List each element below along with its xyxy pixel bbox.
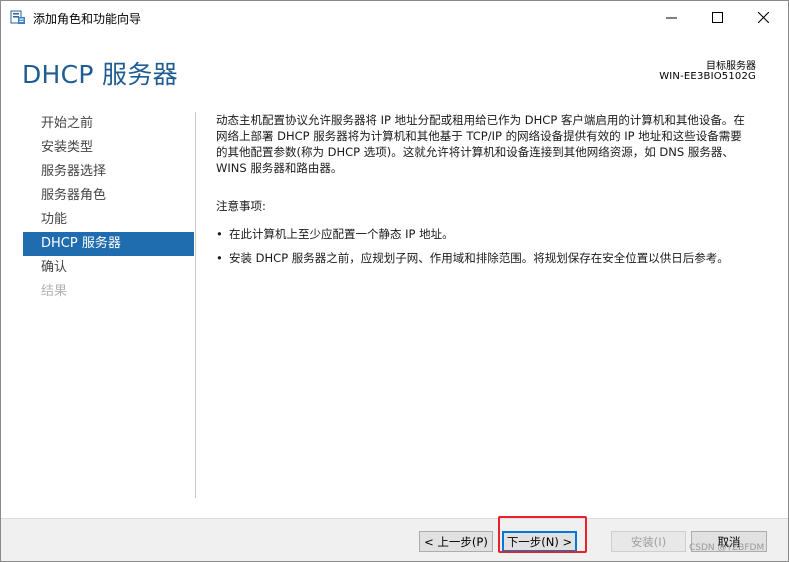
minimize-icon (665, 17, 677, 18)
list-item: • 在此计算机上至少应配置一个静态 IP 地址。 (216, 226, 776, 242)
wizard-window: 添加角色和功能向导 DHCP 服务器 目标服务器 WIN-EE3BIO5102G… (0, 0, 789, 562)
list-item: • 安装 DHCP 服务器之前，应规划子网、作用域和排除范围。将规划保存在安全位… (216, 250, 776, 266)
nav-item-features[interactable]: 功能 (23, 208, 194, 232)
install-button: 安装(I) (611, 531, 686, 552)
server-manager-icon (10, 10, 25, 24)
title-bar[interactable]: 添加角色和功能向导 (1, 1, 788, 33)
nav-item-before-you-begin[interactable]: 开始之前 (23, 112, 194, 136)
notes-list: • 在此计算机上至少应配置一个静态 IP 地址。 • 安装 DHCP 服务器之前… (216, 226, 776, 266)
content-pane: 动态主机配置协议允许服务器将 IP 地址分配或租用给已作为 DHCP 客户端启用… (216, 112, 776, 274)
intro-line: 网络上部署 DHCP 服务器将为计算机和其他基于 TCP/IP 的网络设备提供有… (216, 129, 742, 143)
nav-item-confirmation[interactable]: 确认 (23, 256, 194, 280)
destination-server-label: 目标服务器 (706, 61, 756, 72)
minimize-button[interactable] (648, 1, 694, 33)
maximize-button[interactable] (694, 1, 740, 33)
nav-item-dhcp-server[interactable]: DHCP 服务器 (23, 232, 194, 256)
close-button[interactable] (740, 1, 786, 33)
maximize-icon (711, 11, 723, 23)
window-title: 添加角色和功能向导 (33, 12, 142, 26)
nav-item-server-roles[interactable]: 服务器角色 (23, 184, 194, 208)
destination-server-name: WIN-EE3BIO5102G (659, 71, 756, 82)
next-button[interactable]: 下一步(N) > (502, 531, 577, 552)
watermark: CSDN @YZBFDM (689, 543, 765, 553)
bullet: • (216, 227, 223, 241)
previous-button[interactable]: < 上一步(P) (419, 531, 493, 552)
close-icon (757, 11, 769, 23)
button-bar: < 上一步(P) 下一步(N) > 安装(I) 取消 (1, 518, 788, 561)
note-text: 安装 DHCP 服务器之前，应规划子网、作用域和排除范围。将规划保存在安全位置以… (229, 251, 729, 265)
nav-item-installation-type[interactable]: 安装类型 (23, 136, 194, 160)
intro-line: WINS 服务器和路由器。 (216, 161, 343, 175)
nav-item-results: 结果 (41, 284, 68, 299)
intro-text: 动态主机配置协议允许服务器将 IP 地址分配或租用给已作为 DHCP 客户端启用… (216, 112, 776, 176)
nav-divider (195, 112, 196, 498)
intro-line: 动态主机配置协议允许服务器将 IP 地址分配或租用给已作为 DHCP 客户端启用… (216, 113, 745, 127)
page-title: DHCP 服务器 (22, 60, 178, 89)
nav-item-server-selection[interactable]: 服务器选择 (23, 160, 194, 184)
note-text: 在此计算机上至少应配置一个静态 IP 地址。 (229, 227, 454, 241)
notes-heading: 注意事项: (216, 199, 266, 213)
wizard-navigation: 开始之前 安装类型 服务器选择 服务器角色 功能 DHCP 服务器 确认 结果 (23, 112, 194, 304)
bullet: • (216, 251, 223, 265)
intro-line: 的其他配置参数(称为 DHCP 选项)。这就允许将计算机和设备连接到其他网络资源… (216, 145, 734, 159)
